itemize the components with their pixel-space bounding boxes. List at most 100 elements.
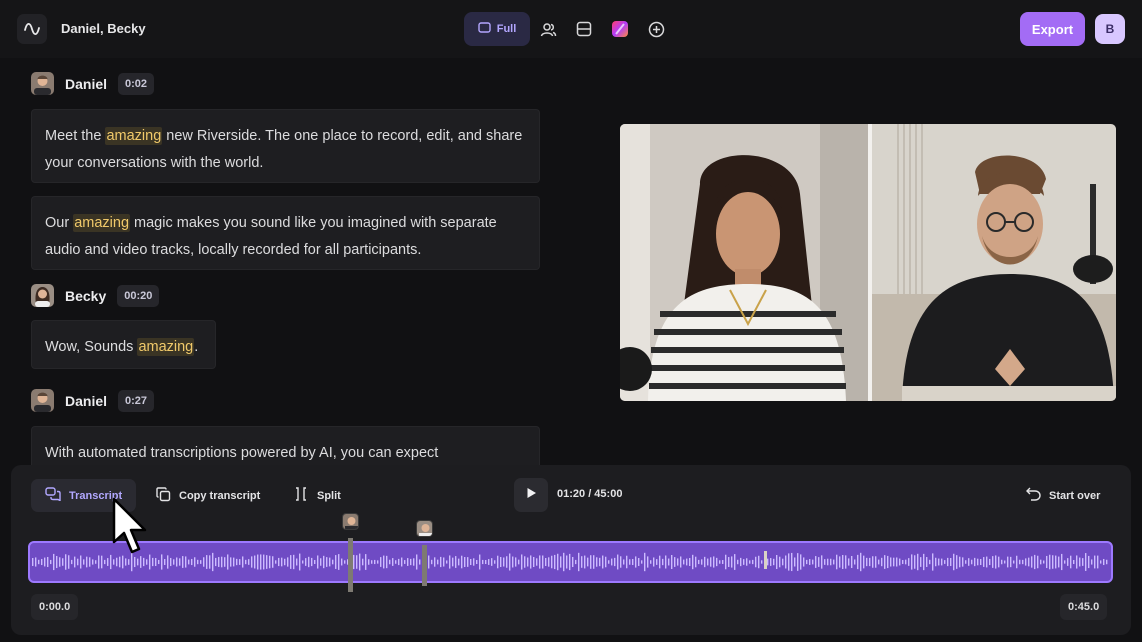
waveform-bar: [461, 555, 463, 569]
waveform-bar: [239, 559, 241, 565]
waveform-bar: [863, 555, 865, 569]
waveform-bar: [929, 559, 931, 565]
waveform-bar: [1103, 558, 1105, 566]
copy-icon: [156, 487, 171, 505]
speaker-name: Daniel: [65, 75, 108, 92]
waveform-bar: [323, 555, 325, 569]
waveform-logo-icon[interactable]: [17, 14, 47, 44]
waveform-bar: [413, 558, 415, 566]
waveform-bar: [548, 557, 550, 567]
waveform-bar: [806, 559, 808, 565]
waveform-bar: [509, 553, 511, 571]
transcript-paragraph[interactable]: Meet the amazing new Riverside. The one …: [31, 109, 540, 183]
view-full-button[interactable]: Full: [464, 12, 530, 46]
waveform-bar: [1019, 559, 1021, 565]
waveform-bar: [533, 556, 535, 568]
waveform-bar: [416, 554, 418, 570]
user-avatar[interactable]: B: [1095, 14, 1125, 44]
waveform-bar: [506, 556, 508, 568]
waveform-bar: [902, 560, 904, 564]
waveform-bar: [185, 556, 187, 568]
waveform-bar: [674, 557, 676, 567]
split-marker[interactable]: [422, 545, 427, 586]
waveform-bar: [512, 556, 514, 568]
waveform-bar: [722, 560, 724, 564]
waveform-bar: [161, 554, 163, 570]
waveform-bar: [359, 553, 361, 571]
waveform-bar: [275, 560, 277, 564]
waveform-bar: [479, 554, 481, 570]
waveform-bar: [332, 559, 334, 565]
waveform-bar: [782, 558, 784, 566]
waveform-bar: [1076, 555, 1078, 569]
waveform-bar: [599, 557, 601, 567]
split-label: Split: [317, 489, 341, 502]
waveform-bar: [311, 557, 313, 567]
waveform-bar: [1004, 560, 1006, 564]
speaker-timestamp[interactable]: 0:02: [118, 72, 155, 95]
waveform-bar: [257, 554, 259, 570]
waveform-bar: [1040, 559, 1042, 565]
copy-transcript-button[interactable]: Copy transcript: [156, 487, 260, 505]
split-layout-icon[interactable]: [566, 12, 602, 46]
playhead[interactable]: [764, 551, 767, 569]
waveform-bar: [467, 557, 469, 567]
waveform-bar: [530, 555, 532, 569]
waveform-bar: [995, 555, 997, 569]
waveform-bar: [704, 556, 706, 568]
speaker-marker-avatar[interactable]: [342, 513, 359, 530]
speaker-timestamp[interactable]: 00:20: [117, 284, 160, 307]
waveform-bar: [749, 560, 751, 564]
video-frame-image: [620, 124, 1116, 401]
waveform-bar: [557, 553, 559, 571]
waveform-bar: [1079, 557, 1081, 567]
waveform-bar: [914, 555, 916, 569]
waveform-bar: [68, 555, 70, 569]
waveform-bar: [65, 554, 67, 570]
waveform-bar: [650, 560, 652, 564]
waveform-bar: [776, 554, 778, 570]
waveform-bar: [797, 553, 799, 571]
people-icon[interactable]: [530, 12, 566, 46]
waveform-bar: [578, 552, 580, 572]
highlighted-word[interactable]: amazing: [137, 338, 195, 356]
waveform-bar: [728, 557, 730, 567]
waveform-bar: [386, 555, 388, 569]
waveform-bar: [365, 554, 367, 570]
waveform-bar: [473, 558, 475, 566]
audio-waveform-track[interactable]: [28, 541, 1113, 583]
waveform-bar: [851, 555, 853, 569]
waveform-bar: [260, 554, 262, 570]
split-icon: [293, 487, 309, 504]
speaker-header: Becky 00:20: [31, 284, 160, 307]
transcript-paragraph[interactable]: Wow, Sounds amazing.: [31, 320, 216, 369]
export-button[interactable]: Export: [1020, 12, 1085, 46]
waveform-bar: [1097, 555, 1099, 569]
waveform-bar: [269, 555, 271, 569]
waveform-bar: [668, 558, 670, 566]
waveform-bar: [236, 558, 238, 566]
waveform-bar: [293, 554, 295, 570]
waveform-bar: [74, 556, 76, 568]
add-circle-icon[interactable]: [638, 12, 674, 46]
waveform-bar: [731, 556, 733, 568]
play-button[interactable]: [514, 478, 548, 512]
split-marker[interactable]: [348, 538, 353, 592]
brand-gradient-icon[interactable]: [602, 12, 638, 46]
highlighted-word[interactable]: amazing: [105, 127, 163, 145]
waveform-bar: [935, 557, 937, 567]
video-preview[interactable]: [620, 124, 1116, 401]
waveform-bar: [689, 558, 691, 566]
split-button[interactable]: Split: [293, 487, 341, 504]
start-over-button[interactable]: Start over: [1026, 487, 1100, 504]
waveform-bar: [587, 557, 589, 567]
speaker-name: Daniel: [65, 392, 108, 409]
waveform-bar: [743, 559, 745, 565]
transcript-paragraph[interactable]: Our amazing magic makes you sound like y…: [31, 196, 540, 270]
highlighted-word[interactable]: amazing: [73, 214, 131, 232]
speaker-timestamp[interactable]: 0:27: [118, 389, 155, 412]
speaker-marker-avatar[interactable]: [416, 520, 433, 537]
speaker-name: Becky: [65, 287, 107, 304]
waveform-bar: [887, 555, 889, 569]
waveform-bar: [356, 555, 358, 569]
